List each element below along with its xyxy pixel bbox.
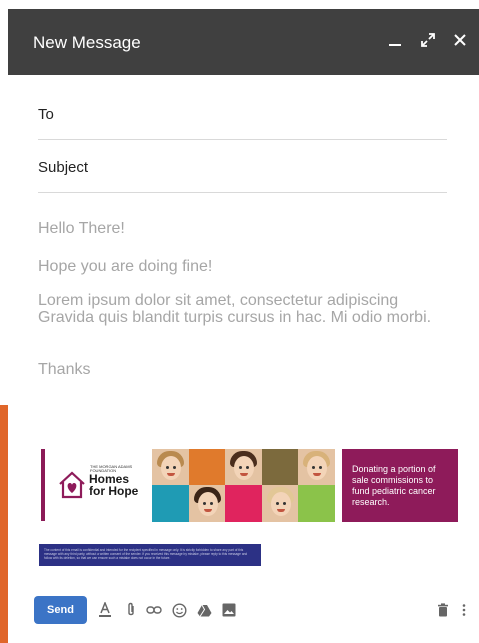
child-photo: [225, 449, 262, 486]
more-options-icon[interactable]: [455, 601, 473, 619]
minimize-icon[interactable]: [382, 27, 408, 53]
logo-title-line2: for Hope: [89, 484, 139, 498]
format-text-icon[interactable]: [96, 601, 114, 619]
color-tile: [298, 485, 335, 522]
body-paragraph: Lorem ipsum dolor sit amet, consectetur …: [38, 292, 432, 326]
subject-field[interactable]: Subject: [38, 153, 447, 193]
signature-accent-bar: [41, 449, 45, 521]
body-closing: Thanks: [38, 361, 91, 378]
attach-icon[interactable]: [122, 601, 140, 619]
color-tile: [189, 449, 226, 486]
color-tile: [262, 449, 299, 486]
child-photo: [298, 449, 335, 486]
body-greeting: Hello There!: [38, 220, 125, 237]
promo-panel: Donating a portion of sale commissions t…: [342, 449, 458, 522]
promo-text: Donating a portion of sale commissions t…: [352, 464, 436, 507]
to-field[interactable]: To: [38, 106, 447, 140]
child-photo: [189, 485, 226, 522]
left-accent-strip: [0, 405, 8, 643]
delete-icon[interactable]: [434, 601, 452, 619]
emoji-icon[interactable]: [170, 601, 188, 619]
compose-window: New Message To Subject Hello There! Hope…: [8, 9, 479, 643]
confidentiality-disclaimer: The content of this email is confidentia…: [39, 544, 261, 566]
drive-icon[interactable]: [195, 601, 213, 619]
house-heart-icon: [59, 471, 85, 499]
to-label: To: [38, 106, 54, 123]
color-tile: [152, 485, 189, 522]
child-photo: [262, 485, 299, 522]
expand-icon[interactable]: [415, 27, 441, 53]
link-icon[interactable]: [145, 601, 163, 619]
compose-title: New Message: [33, 33, 141, 52]
send-button[interactable]: Send: [34, 596, 87, 624]
child-photo: [152, 449, 189, 486]
children-photo-grid: [152, 449, 335, 522]
subject-label: Subject: [38, 159, 89, 176]
color-tile: [225, 485, 262, 522]
close-icon[interactable]: [447, 27, 473, 53]
body-line: Hope you are doing fine!: [38, 258, 213, 275]
homes-for-hope-logo: THE MORGAN ADAMS FOUNDATION Homes for Ho…: [57, 464, 147, 508]
compose-titlebar: New Message: [8, 9, 479, 75]
image-icon[interactable]: [220, 601, 238, 619]
